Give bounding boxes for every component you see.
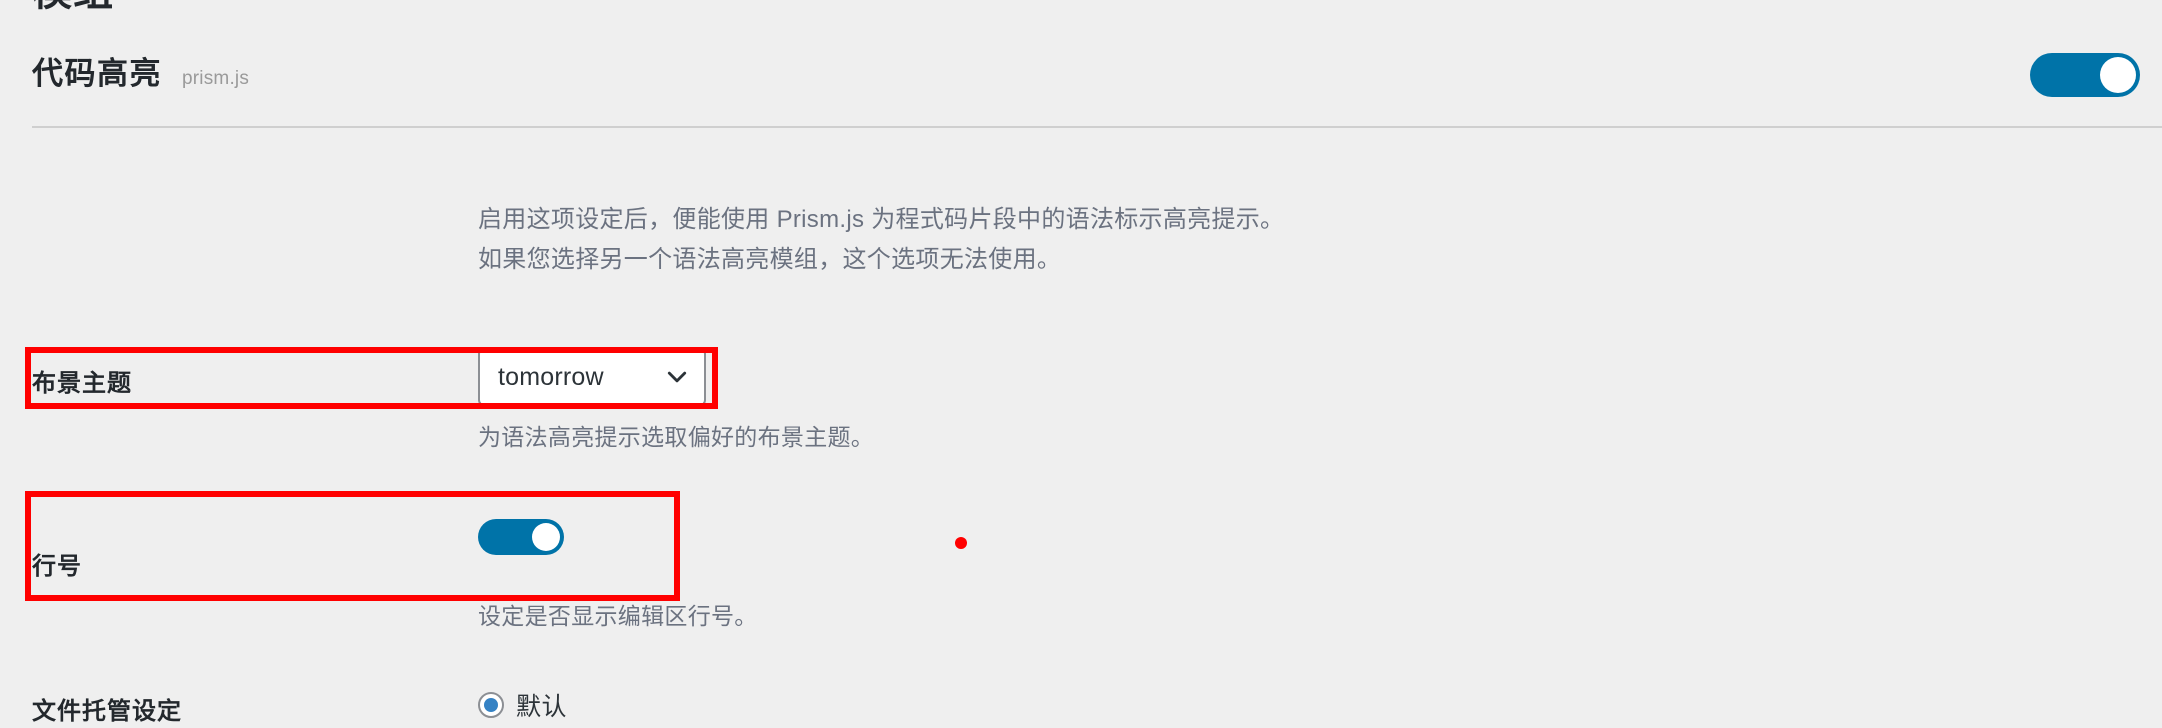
toggle-knob-icon xyxy=(2100,57,2136,93)
setting-label-theme: 布景主题 xyxy=(32,369,132,397)
module-title: 代码高亮 xyxy=(32,56,162,91)
radio-default-label[interactable]: 默认 xyxy=(516,687,567,723)
theme-select[interactable]: tomorrow xyxy=(478,348,706,406)
description-line-2: 如果您选择另一个语法高亮模组，这个选项无法使用。 xyxy=(478,246,1062,273)
file-hosting-radio-group[interactable]: 默认 xyxy=(478,687,567,723)
module-title-group: 代码高亮 prism.js xyxy=(32,48,249,93)
cursor-dot-marker xyxy=(955,537,967,549)
section-heading-clipped: 模组 xyxy=(32,0,114,14)
chevron-down-icon xyxy=(667,371,687,383)
header-divider xyxy=(32,126,2162,128)
theme-select-box[interactable]: tomorrow xyxy=(478,348,706,406)
toggle-track[interactable] xyxy=(2030,53,2140,97)
module-subtitle: prism.js xyxy=(182,68,250,89)
setting-label-file-hosting: 文件托管设定 xyxy=(32,697,182,725)
module-description: 启用这项设定后，便能使用 Prism.js 为程式码片段中的语法标示高亮提示。 … xyxy=(478,200,1284,280)
radio-default-icon[interactable] xyxy=(478,692,504,718)
line-numbers-toggle[interactable] xyxy=(478,519,564,560)
code-highlight-enable-toggle[interactable] xyxy=(2030,53,2140,102)
theme-select-value: tomorrow xyxy=(498,362,604,391)
toggle-knob-icon xyxy=(532,523,560,551)
settings-page: 模组 代码高亮 prism.js 启用这项设定后，便能使用 Prism.js 为… xyxy=(0,0,2162,725)
setting-helper-theme: 为语法高亮提示选取偏好的布景主题。 xyxy=(478,424,875,450)
description-line-1: 启用这项设定后，便能使用 Prism.js 为程式码片段中的语法标示高亮提示。 xyxy=(478,206,1285,233)
setting-row-file-hosting: 文件托管设定 xyxy=(32,688,182,728)
module-header: 代码高亮 prism.js xyxy=(0,42,2162,126)
setting-helper-line-numbers: 设定是否显示编辑区行号。 xyxy=(478,603,758,629)
setting-label-line-numbers: 行号 xyxy=(32,552,82,580)
toggle-track[interactable] xyxy=(478,519,564,555)
